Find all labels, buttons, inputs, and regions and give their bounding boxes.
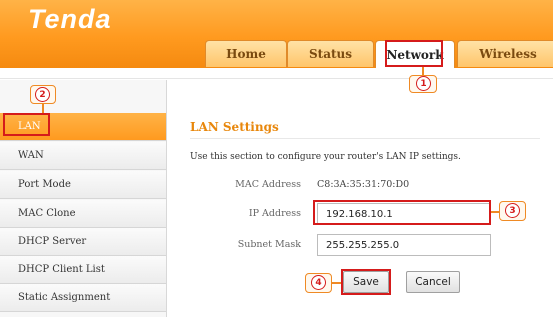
section-title: LAN Settings xyxy=(190,120,279,134)
highlight-ip-field xyxy=(313,200,491,225)
title-divider xyxy=(190,138,540,139)
step-2-badge: 2 xyxy=(35,87,50,102)
step-4-badge: 4 xyxy=(311,275,326,290)
step-2-connector xyxy=(42,104,44,113)
ip-address-label: IP Address xyxy=(248,208,301,219)
tenda-logo: Tenda xyxy=(28,4,112,34)
sidebar-item-wan[interactable]: WAN xyxy=(0,142,166,170)
sidebar-item-mac-clone[interactable]: MAC Clone xyxy=(0,200,166,228)
subheader-bar xyxy=(0,68,553,79)
subnet-mask-label: Subnet Mask xyxy=(237,239,301,250)
mac-address-label: MAC Address xyxy=(235,179,301,190)
tab-home[interactable]: Home xyxy=(205,40,287,67)
cancel-button[interactable]: Cancel xyxy=(406,271,460,293)
sidebar-item-dhcp-client-list[interactable]: DHCP Client List xyxy=(0,256,166,284)
step-3-connector xyxy=(491,211,499,213)
highlight-save-button xyxy=(341,269,391,295)
top-header: Tenda Home Status Network Wireless xyxy=(0,0,553,69)
highlight-lan-item xyxy=(3,113,50,136)
sidebar-item-dhcp-server[interactable]: DHCP Server xyxy=(0,228,166,256)
sidebar-item-port-mode[interactable]: Port Mode xyxy=(0,171,166,199)
highlight-network-tab xyxy=(385,40,443,67)
mac-address-value: C8:3A:35:31:70:D0 xyxy=(317,179,410,190)
step-1-connector xyxy=(422,67,424,75)
section-description: Use this section to configure your route… xyxy=(190,152,461,162)
step-3-badge: 3 xyxy=(505,203,520,218)
subnet-mask-field[interactable]: 255.255.255.0 xyxy=(317,234,491,256)
tab-wireless[interactable]: Wireless xyxy=(457,40,553,67)
step-1-badge: 1 xyxy=(416,76,431,91)
sidebar-item-static-assignment[interactable]: Static Assignment xyxy=(0,284,166,312)
step-4-connector xyxy=(332,282,341,284)
tab-status[interactable]: Status xyxy=(287,40,374,67)
